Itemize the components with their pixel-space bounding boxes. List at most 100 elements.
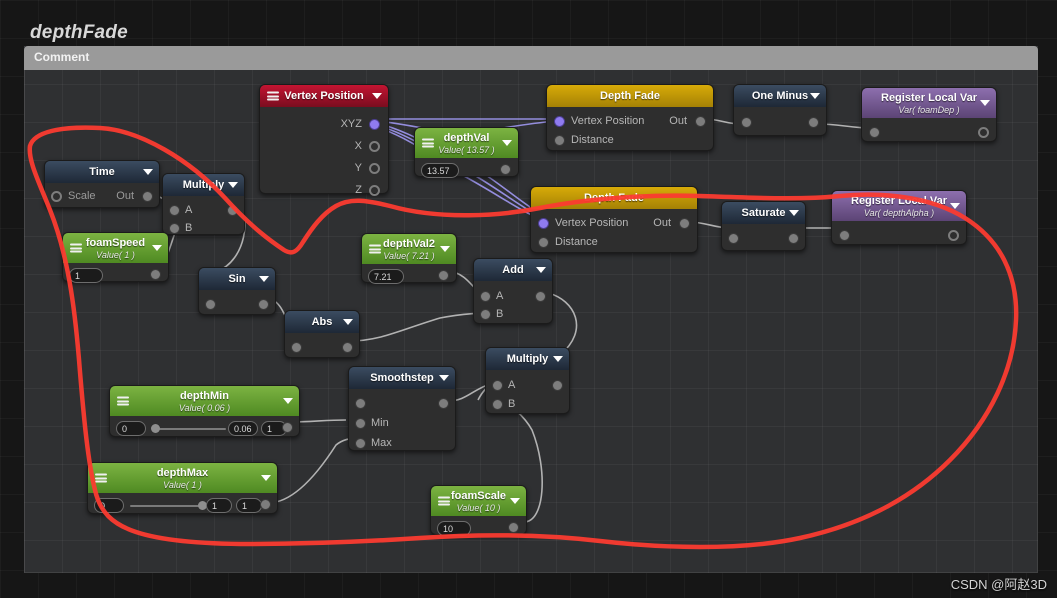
node-register-local-var-depthalpha[interactable]: Register Local Var Var( depthAlpha ) xyxy=(831,190,967,245)
menu-icon[interactable] xyxy=(369,244,381,254)
input-port[interactable] xyxy=(291,342,302,353)
input-port-vertex-position[interactable] xyxy=(554,116,565,127)
node-foam-scale[interactable]: foamScale Value( 10 ) 10 xyxy=(430,485,527,536)
node-header[interactable]: Sin xyxy=(199,268,275,290)
output-port-x[interactable] xyxy=(369,141,380,152)
chevron-down-icon[interactable] xyxy=(228,182,238,188)
node-depth-fade-1[interactable]: Depth Fade Vertex Position Out Distance xyxy=(546,84,714,151)
input-port-value[interactable] xyxy=(355,398,366,409)
output-port[interactable] xyxy=(978,127,989,138)
chevron-down-icon[interactable] xyxy=(439,375,449,381)
output-port[interactable] xyxy=(948,230,959,241)
output-port[interactable] xyxy=(508,522,519,533)
node-register-local-var-foamdep[interactable]: Register Local Var Var( foamDep ) xyxy=(861,87,997,142)
node-one-minus[interactable]: One Minus xyxy=(733,84,827,136)
input-port-a[interactable] xyxy=(480,291,491,302)
input-port-a[interactable] xyxy=(169,205,180,216)
slider-min-field[interactable]: 0 xyxy=(94,498,124,513)
chevron-down-icon[interactable] xyxy=(789,210,799,216)
menu-icon[interactable] xyxy=(422,138,434,148)
menu-icon[interactable] xyxy=(95,473,107,483)
chevron-down-icon[interactable] xyxy=(502,140,512,146)
input-port-vertex-position[interactable] xyxy=(538,218,549,229)
node-header[interactable]: Depth Fade xyxy=(547,85,713,107)
chevron-down-icon[interactable] xyxy=(536,267,546,273)
input-port-b[interactable] xyxy=(169,223,180,234)
node-header[interactable]: Register Local Var Var( foamDep ) xyxy=(862,88,996,118)
node-vertex-position[interactable]: Vertex Position XYZ X Y Z xyxy=(259,84,389,196)
output-port[interactable] xyxy=(808,117,819,128)
input-port-max[interactable] xyxy=(355,438,366,449)
input-port-a[interactable] xyxy=(492,380,503,391)
node-header[interactable]: Abs xyxy=(285,311,359,333)
node-time[interactable]: Time Scale Out xyxy=(44,160,160,208)
node-header[interactable]: Add xyxy=(474,259,552,281)
node-sin[interactable]: Sin xyxy=(198,267,276,315)
output-port[interactable] xyxy=(260,499,271,510)
node-header[interactable]: depthVal Value( 13.57 ) xyxy=(415,128,518,158)
output-port[interactable] xyxy=(438,398,449,409)
node-header[interactable]: foamSpeed Value( 1 ) xyxy=(63,233,168,263)
output-port[interactable] xyxy=(150,269,161,280)
chevron-down-icon[interactable] xyxy=(440,246,450,252)
slider-track[interactable] xyxy=(152,428,226,430)
input-port[interactable] xyxy=(205,299,216,310)
output-port[interactable] xyxy=(552,380,563,391)
node-header[interactable]: depthMax Value( 1 ) xyxy=(88,463,277,493)
input-port-b[interactable] xyxy=(492,399,503,410)
node-foam-speed[interactable]: foamSpeed Value( 1 ) 1 xyxy=(62,232,169,283)
output-port[interactable] xyxy=(227,205,238,216)
chevron-down-icon[interactable] xyxy=(343,319,353,325)
node-header[interactable]: Register Local Var Var( depthAlpha ) xyxy=(832,191,966,221)
node-abs[interactable]: Abs xyxy=(284,310,360,358)
node-header[interactable]: foamScale Value( 10 ) xyxy=(431,486,526,516)
node-header[interactable]: Saturate xyxy=(722,202,805,224)
output-port[interactable] xyxy=(342,342,353,353)
output-port[interactable] xyxy=(788,233,799,244)
input-port[interactable] xyxy=(728,233,739,244)
node-depth-val2[interactable]: depthVal2 Value( 7.21 ) 7.21 xyxy=(361,233,457,284)
node-multiply-2[interactable]: Multiply A B xyxy=(485,347,570,414)
chevron-down-icon[interactable] xyxy=(261,475,271,481)
output-port[interactable] xyxy=(535,291,546,302)
node-header[interactable]: Multiply xyxy=(486,348,569,370)
chevron-down-icon[interactable] xyxy=(980,100,990,106)
slider-value-field[interactable]: 1 xyxy=(206,498,232,513)
chevron-down-icon[interactable] xyxy=(372,93,382,99)
slider-knob[interactable] xyxy=(151,424,160,433)
input-port-b[interactable] xyxy=(480,309,491,320)
input-port-min[interactable] xyxy=(355,418,366,429)
output-port-xyz[interactable] xyxy=(369,119,380,130)
slider-track[interactable] xyxy=(130,505,204,507)
menu-icon[interactable] xyxy=(117,396,129,406)
node-depth-val[interactable]: depthVal Value( 13.57 ) 13.57 xyxy=(414,127,519,178)
node-header[interactable]: depthMin Value( 0.06 ) xyxy=(110,386,299,416)
node-smoothstep[interactable]: Smoothstep Min Max xyxy=(348,366,456,451)
chevron-down-icon[interactable] xyxy=(259,276,269,282)
output-port-out[interactable] xyxy=(679,218,690,229)
menu-icon[interactable] xyxy=(438,496,450,506)
slider-max-field[interactable]: 1 xyxy=(236,498,262,513)
chevron-down-icon[interactable] xyxy=(553,356,563,362)
output-port[interactable] xyxy=(282,422,293,433)
chevron-down-icon[interactable] xyxy=(283,398,293,404)
node-header[interactable]: Smoothstep xyxy=(349,367,455,389)
value-field[interactable]: 13.57 xyxy=(421,163,459,178)
slider-value-field[interactable]: 0.06 xyxy=(228,421,258,436)
value-field[interactable]: 10 xyxy=(437,521,471,536)
menu-icon[interactable] xyxy=(70,243,82,253)
node-header[interactable]: One Minus xyxy=(734,85,826,107)
chevron-down-icon[interactable] xyxy=(152,245,162,251)
input-port-distance[interactable] xyxy=(538,237,549,248)
output-port-out[interactable] xyxy=(695,116,706,127)
output-port-y[interactable] xyxy=(369,163,380,174)
node-add[interactable]: Add A B xyxy=(473,258,553,324)
chevron-down-icon[interactable] xyxy=(143,169,153,175)
chevron-down-icon[interactable] xyxy=(510,498,520,504)
output-port[interactable] xyxy=(438,270,449,281)
node-depth-fade-2[interactable]: Depth Fade Vertex Position Out Distance xyxy=(530,186,698,253)
input-port[interactable] xyxy=(869,127,880,138)
chevron-down-icon[interactable] xyxy=(950,203,960,209)
slider-min-field[interactable]: 0 xyxy=(116,421,146,436)
output-port[interactable] xyxy=(258,299,269,310)
